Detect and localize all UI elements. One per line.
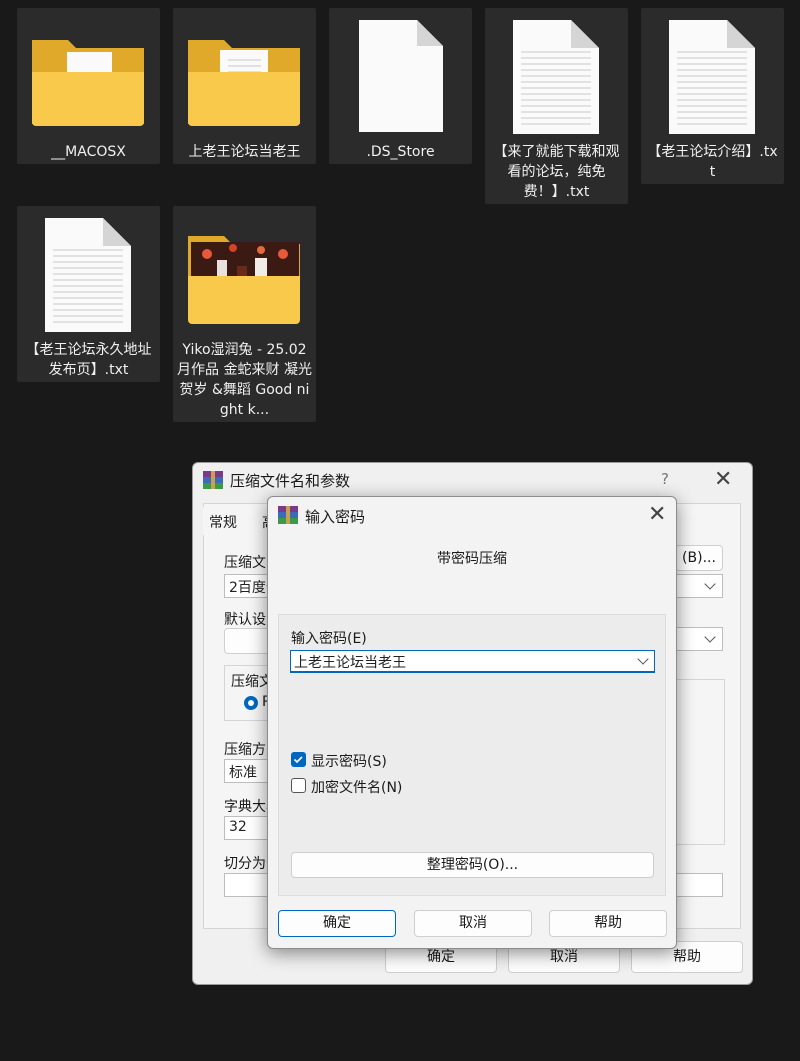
archive-name-label: 压缩文 <box>224 555 266 571</box>
close-icon[interactable]: ✕ <box>714 469 732 491</box>
file-name: __MACOSX <box>51 144 126 160</box>
dialog-title: 压缩文件名和参数 <box>230 472 351 490</box>
tab-general-label: 常规 <box>209 515 237 531</box>
organize-passwords-button[interactable]: 整理密码(O)... <box>291 852 654 878</box>
dialog-heading: 带密码压缩 <box>437 551 507 567</box>
file-name: 【老王论坛介绍】.txt <box>647 144 778 180</box>
encrypt-filenames-checkbox[interactable] <box>291 778 306 793</box>
folder-with-document-icon <box>173 16 316 138</box>
file-tile-ds-store[interactable]: .DS_Store <box>329 8 472 164</box>
text-file-icon <box>17 214 160 336</box>
file-tile-video-folder[interactable]: Yiko湿润兔 - 25.02月作品 金蛇来财 凝光贺岁 &舞蹈 Good ni… <box>173 206 316 422</box>
show-password-checkbox[interactable] <box>291 752 306 767</box>
file-tile-txt-2[interactable]: 【老王论坛介绍】.txt <box>641 8 784 184</box>
password-label: 输入密码(E) <box>291 631 367 647</box>
file-tile-txt-3[interactable]: 【老王论坛永久地址发布页】.txt <box>17 206 160 382</box>
enter-password-dialog[interactable]: 输入密码 ✕ 带密码压缩 输入密码(E) 上老王论坛当老王 显示密码(S) 加密… <box>267 496 677 949</box>
help-glyph[interactable]: ? <box>661 470 669 488</box>
encrypt-filenames-label: 加密文件名(N) <box>311 780 403 796</box>
winrar-icon <box>203 471 223 489</box>
file-tile-macosx[interactable]: __MACOSX <box>17 8 160 164</box>
password-button-area[interactable] <box>675 873 723 897</box>
file-name: 上老王论坛当老王 <box>188 144 301 160</box>
winrar-icon <box>278 506 298 524</box>
ok-button[interactable]: 确定 <box>278 910 396 937</box>
file-name: 【老王论坛永久地址发布页】.txt <box>25 342 152 378</box>
help-button[interactable]: 帮助 <box>549 910 667 937</box>
file-name: Yiko湿润兔 - 25.02月作品 金蛇来财 凝光贺岁 &舞蹈 Good ni… <box>177 342 312 418</box>
checkmark-icon <box>293 756 303 764</box>
show-password-label: 显示密码(S) <box>311 754 387 770</box>
password-input[interactable]: 上老王论坛当老王 <box>290 650 655 673</box>
close-icon[interactable]: ✕ <box>648 504 666 526</box>
blank-file-icon <box>329 16 472 138</box>
file-name: .DS_Store <box>366 144 435 160</box>
file-tile-folder[interactable]: 上老王论坛当老王 <box>173 8 316 164</box>
update-mode-dropdown[interactable] <box>675 627 723 651</box>
file-name: 【来了就能下载和观看的论坛，纯免费！】.txt <box>493 144 620 200</box>
cancel-button[interactable]: 取消 <box>414 910 532 937</box>
rar-radio-button[interactable] <box>244 696 258 710</box>
options-group <box>675 679 725 845</box>
dialog-title: 输入密码 <box>305 508 366 526</box>
compression-method-label: 压缩方 <box>224 742 266 758</box>
tab-general[interactable]: 常规 <box>203 507 251 535</box>
file-tile-txt-1[interactable]: 【来了就能下载和观看的论坛，纯免费！】.txt <box>485 8 628 204</box>
archive-name-dropdown[interactable] <box>675 574 723 598</box>
folder-with-video-thumbnail-icon <box>173 214 316 336</box>
folder-icon <box>17 16 160 138</box>
text-file-icon <box>485 16 628 138</box>
browse-button[interactable]: (B)... <box>675 545 723 571</box>
text-file-icon <box>641 16 784 138</box>
